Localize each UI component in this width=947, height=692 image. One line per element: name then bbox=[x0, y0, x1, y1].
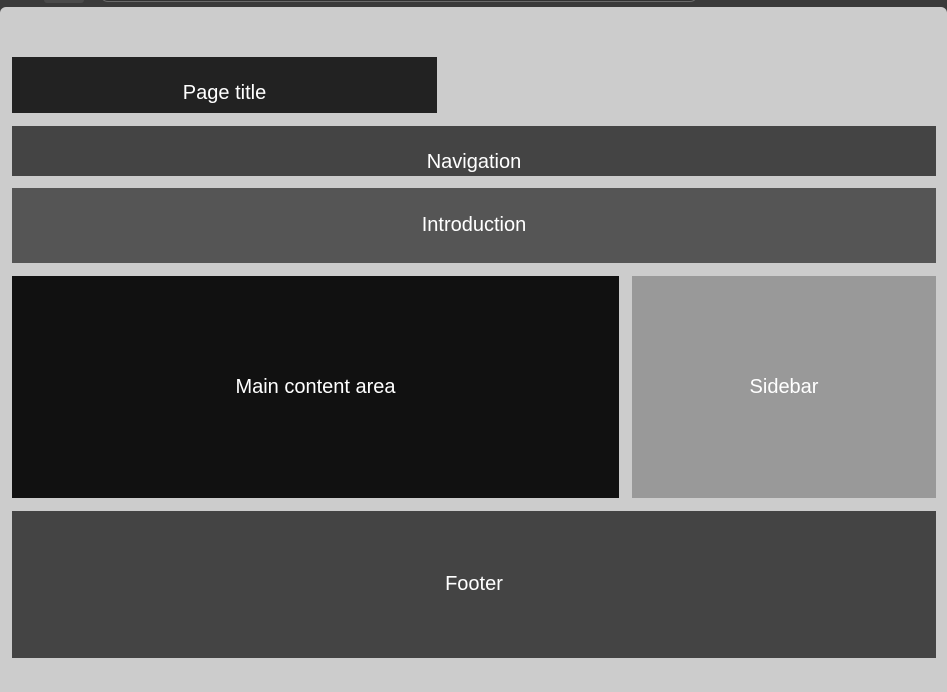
introduction-label: Introduction bbox=[421, 214, 527, 236]
navigation-block[interactable]: Navigation bbox=[12, 126, 936, 176]
browser-tab[interactable] bbox=[44, 0, 84, 3]
introduction-block: Introduction bbox=[12, 188, 936, 263]
navigation-label: Navigation bbox=[426, 151, 522, 173]
page-title: Page title bbox=[182, 82, 267, 104]
sidebar: Sidebar bbox=[632, 276, 936, 498]
main-content-area: Main content area bbox=[12, 276, 619, 498]
page-viewport: Page title Navigation Introduction Main … bbox=[0, 7, 947, 692]
address-bar[interactable] bbox=[100, 0, 698, 2]
footer-label: Footer bbox=[445, 573, 503, 595]
footer: Footer bbox=[12, 511, 936, 658]
sidebar-label: Sidebar bbox=[749, 375, 819, 398]
page-title-block: Page title bbox=[12, 57, 437, 113]
main-content-label: Main content area bbox=[235, 375, 396, 398]
